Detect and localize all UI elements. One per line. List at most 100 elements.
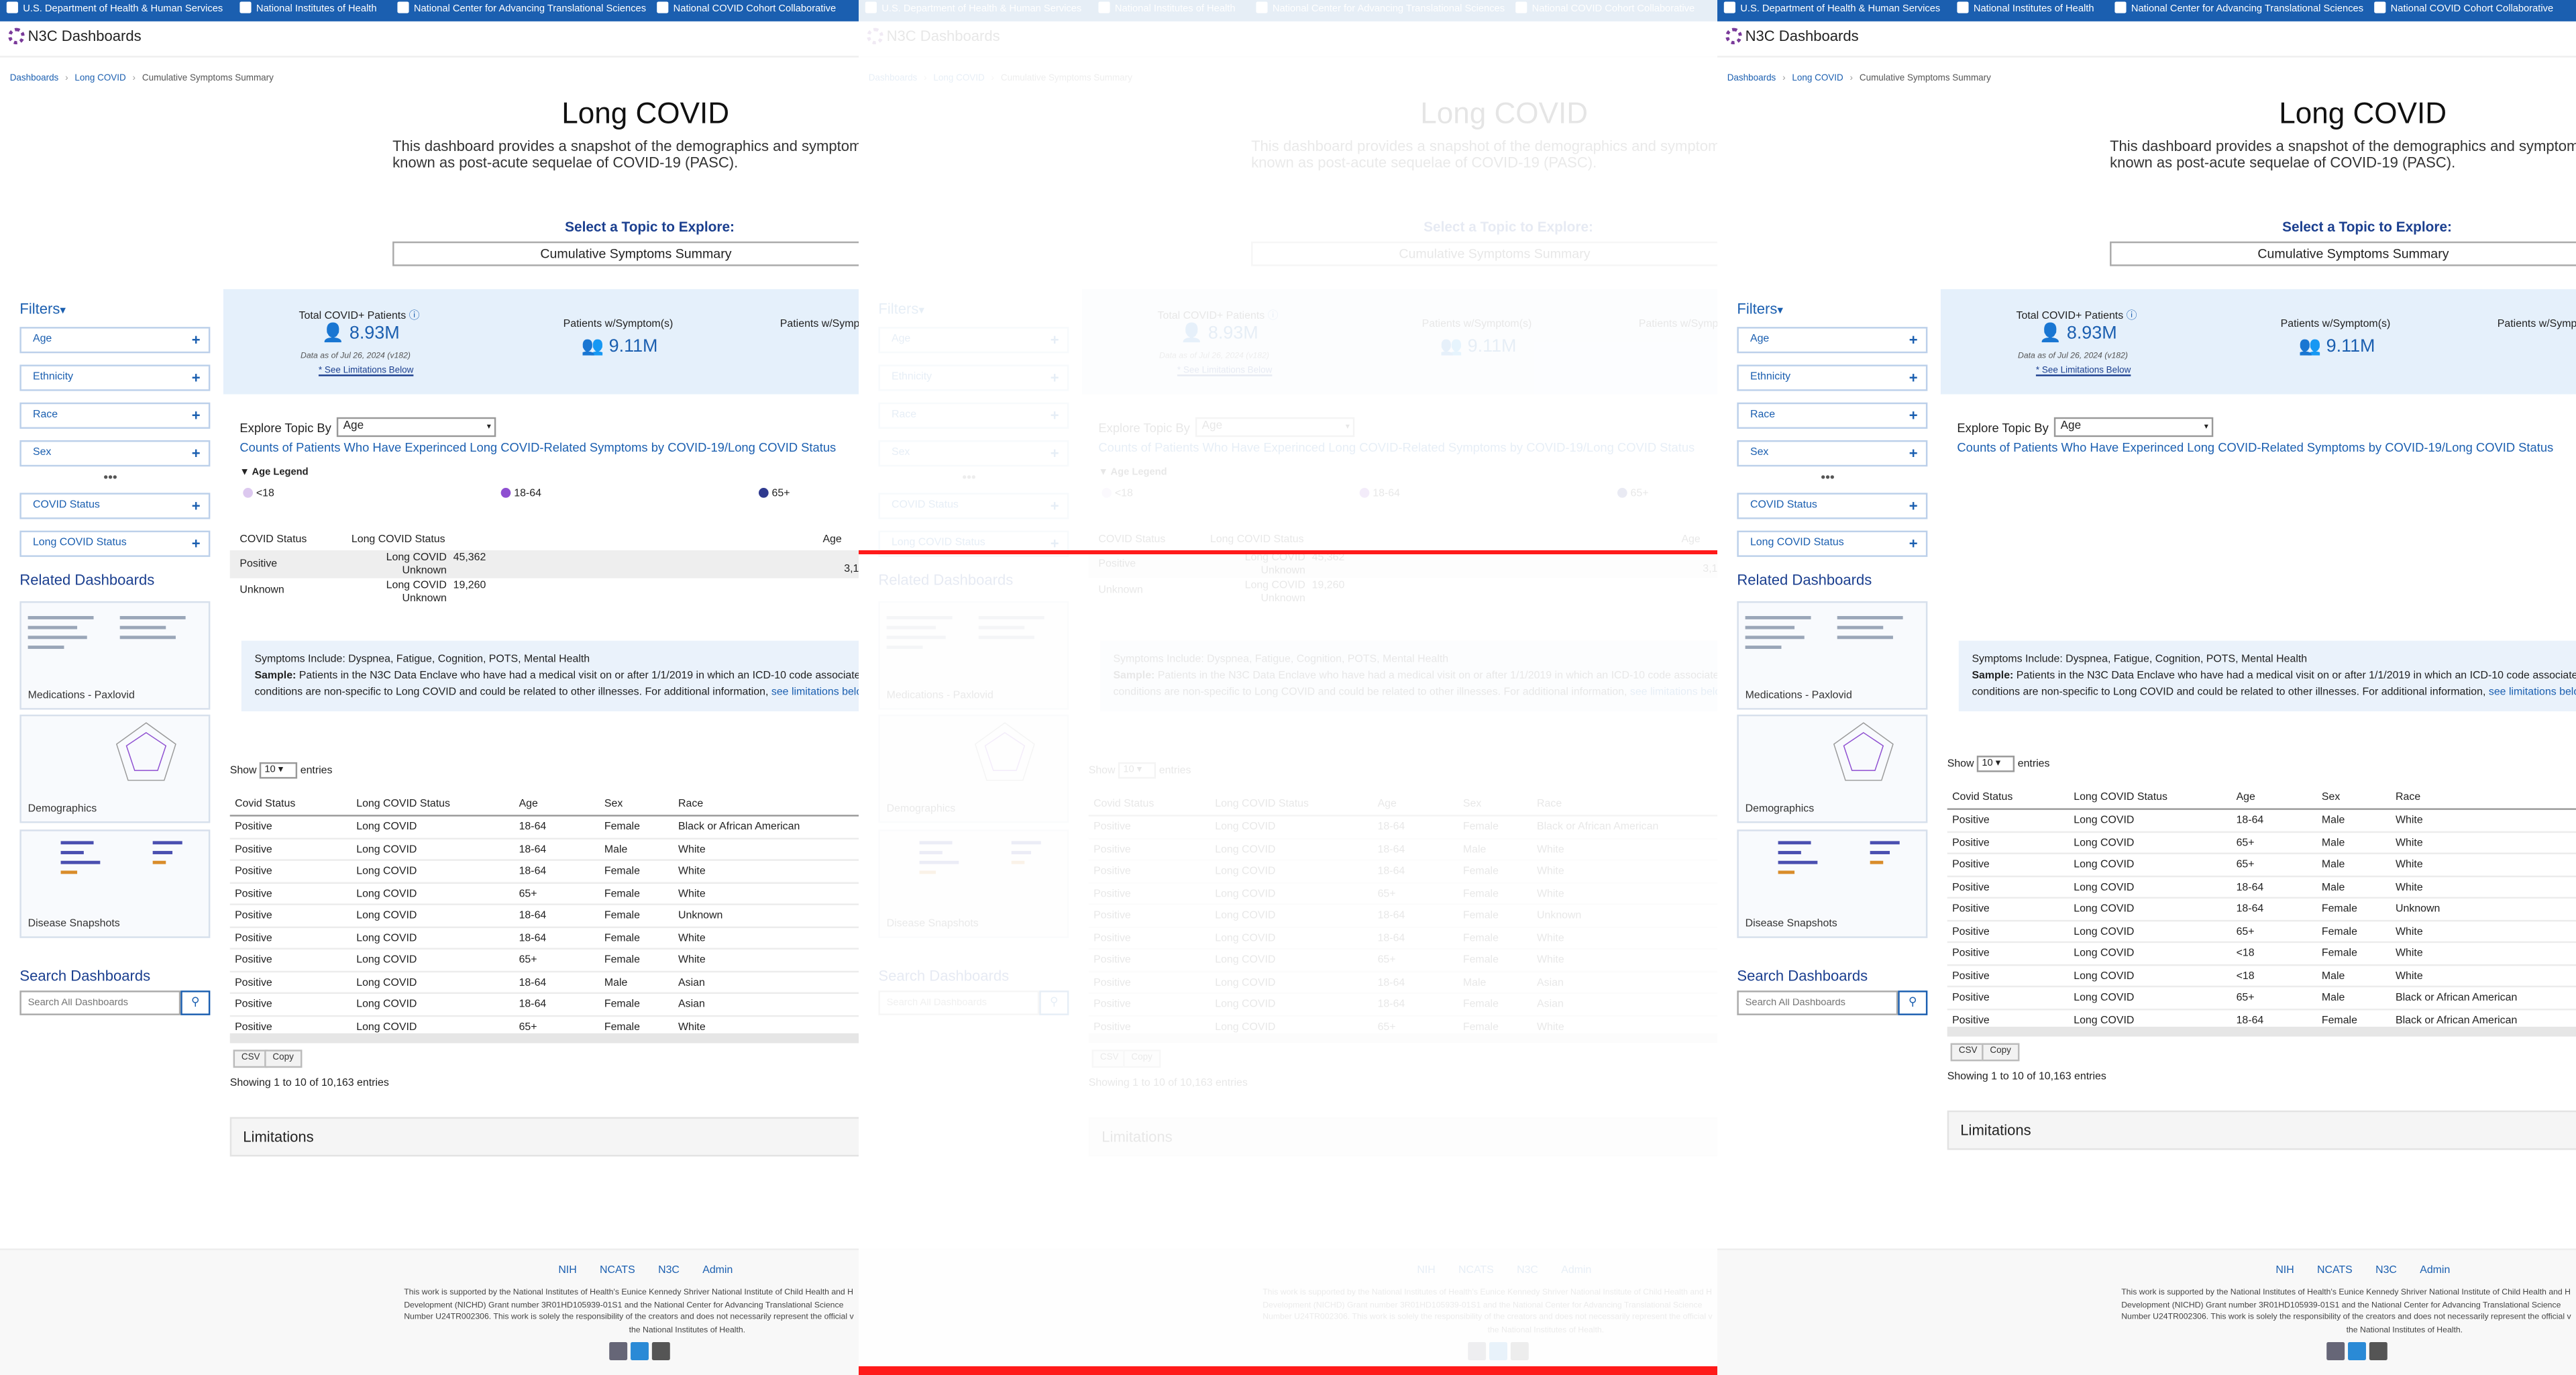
copy-button[interactable]: Copy	[1123, 1050, 1161, 1068]
see-limitations-link[interactable]: see limitations below	[2489, 686, 2576, 698]
twitter-icon[interactable]	[2348, 1342, 2367, 1360]
col-header-covid-status[interactable]: Covid Status	[1952, 787, 2012, 809]
table-row[interactable]: Positive Long COVID 18-64 Female Black or Af…	[229, 817, 859, 839]
col-header-race[interactable]: Race	[2396, 787, 2420, 809]
footer-link-admin[interactable]: Admin	[1561, 1265, 1591, 1276]
filter-race[interactable]: Race +	[19, 402, 211, 429]
github-icon[interactable]	[2370, 1342, 2388, 1360]
table-row[interactable]: Positive Long COVID 65+ Male Black or Africa…	[1947, 987, 2576, 1010]
explore-select[interactable]: Age ▾	[336, 417, 496, 438]
col-header-sex[interactable]: Sex	[2322, 787, 2340, 809]
limitations-link[interactable]: * See Limitations Below	[1177, 366, 1272, 376]
table-horizontal-scrollbar[interactable]	[1947, 1027, 2576, 1037]
table-row[interactable]: Positive Long COVID 65+ Female White	[1088, 883, 1717, 905]
table-row[interactable]: Positive Long COVID 65+ Female White	[1947, 921, 2576, 944]
legend-item-under18[interactable]: <18	[1102, 488, 1133, 499]
related-card-paxlovid[interactable]: Medications - Paxlovid	[878, 601, 1069, 710]
footer-link-admin[interactable]: Admin	[2420, 1265, 2450, 1276]
legend-item-18-64[interactable]: 18-64	[500, 488, 541, 499]
col-header-age[interactable]: Age	[1378, 793, 1397, 815]
filter-ethnicity[interactable]: Ethnicity +	[19, 364, 211, 391]
topbar-item[interactable]: National Center for Advancing Translatio…	[1253, 1, 1507, 19]
more-filters-button[interactable]: •••	[1821, 470, 1835, 485]
related-card-paxlovid[interactable]: Medications - Paxlovid	[19, 601, 211, 710]
filter-ethnicity[interactable]: Ethnicity +	[1737, 364, 1928, 391]
table-row[interactable]: Positive Long COVID 18-64 Female Unknown	[1088, 905, 1717, 927]
search-icon[interactable]: ⚲	[1898, 990, 1928, 1015]
explore-select[interactable]: Age ▾	[2053, 417, 2214, 438]
col-header-age[interactable]: Age	[2237, 787, 2255, 809]
footer-link-ncats[interactable]: NCATS	[2317, 1265, 2353, 1276]
col-header-long-covid-status[interactable]: Long COVID Status	[1215, 793, 1309, 815]
github-icon[interactable]	[1511, 1342, 1529, 1360]
info-icon[interactable]: ⓘ	[409, 311, 420, 322]
topbar-item[interactable]: U.S. Department of Health & Human Servic…	[862, 1, 1092, 19]
topbar-item[interactable]: National COVID Cohort Collaborative	[653, 1, 859, 19]
email-icon[interactable]	[609, 1342, 628, 1360]
topbar-item[interactable]: National COVID Cohort Collaborative	[1512, 1, 1717, 19]
topic-select[interactable]: Cumulative Symptoms Summary	[2110, 241, 2576, 266]
topbar-item[interactable]: National Institutes of Health	[1954, 1, 2108, 19]
legend-item-18-64[interactable]: 18-64	[1359, 488, 1400, 499]
see-limitations-link[interactable]: see limitations below	[1630, 686, 1717, 698]
table-row[interactable]: Positive Long COVID 18-64 Female White	[229, 861, 859, 883]
filter-sex[interactable]: Sex +	[1737, 440, 1928, 467]
csv-button[interactable]: CSV	[1950, 1043, 1986, 1062]
table-row[interactable]: Positive Long COVID 65+ Male White	[1947, 832, 2576, 854]
table-row[interactable]: Positive Long COVID 65+ Female White	[229, 883, 859, 905]
footer-link-nih[interactable]: NIH	[1417, 1265, 1435, 1276]
table-row[interactable]: Positive Long COVID 18-64 Female White	[1088, 861, 1717, 883]
footer-link-n3c[interactable]: N3C	[658, 1265, 680, 1276]
breadcrumb-dashboards[interactable]: Dashboards	[10, 74, 59, 84]
table-row[interactable]: Positive Long COVID 18-64 Female Asian	[1088, 994, 1717, 1017]
info-icon[interactable]: ⓘ	[2127, 311, 2137, 322]
table-row[interactable]: Positive Long COVID <18 Female White	[1947, 943, 2576, 966]
twitter-icon[interactable]	[1489, 1342, 1508, 1360]
related-card-paxlovid[interactable]: Medications - Paxlovid	[1737, 601, 1928, 710]
email-icon[interactable]	[2326, 1342, 2345, 1360]
email-icon[interactable]	[1468, 1342, 1487, 1360]
breadcrumb-long-covid[interactable]: Long COVID	[933, 74, 984, 84]
breadcrumb-dashboards[interactable]: Dashboards	[1727, 74, 1776, 84]
table-row[interactable]: Positive Long COVID 18-64 Male Asian	[229, 972, 859, 995]
csv-button[interactable]: CSV	[1091, 1050, 1127, 1068]
search-input[interactable]	[19, 990, 181, 1015]
footer-link-admin[interactable]: Admin	[702, 1265, 733, 1276]
csv-button[interactable]: CSV	[233, 1050, 268, 1068]
topbar-item[interactable]: National Center for Advancing Translatio…	[394, 1, 649, 19]
more-filters-button[interactable]: •••	[103, 470, 117, 485]
page-length-select[interactable]: 10 ▾	[259, 762, 298, 779]
col-header-race[interactable]: Race	[1537, 793, 1562, 815]
filter-covid-status[interactable]: COVID Status +	[1737, 493, 1928, 519]
table-row[interactable]: Positive Long COVID 65+ Male White	[1947, 854, 2576, 877]
related-card-demographics[interactable]: Demographics	[878, 714, 1069, 823]
table-row[interactable]: Positive Long COVID 18-64 Male White	[229, 839, 859, 861]
brand[interactable]: N3C Dashboards	[1725, 28, 1859, 45]
table-row[interactable]: Positive Long COVID 18-64 Female Asian	[229, 994, 859, 1017]
page-length-select[interactable]: 10 ▾	[1976, 756, 2015, 772]
filter-age[interactable]: Age +	[878, 327, 1069, 354]
topbar-item[interactable]: National Institutes of Health	[237, 1, 391, 19]
limitations-link[interactable]: * See Limitations Below	[319, 366, 413, 376]
limitations-accordion[interactable]: Limitations	[1947, 1110, 2576, 1150]
copy-button[interactable]: Copy	[1982, 1043, 2020, 1062]
legend-item-under18[interactable]: <18	[243, 488, 274, 499]
table-row[interactable]: Positive Long COVID 18-64 Male White	[1947, 810, 2576, 832]
limitations-accordion[interactable]: Limitations	[1088, 1117, 1717, 1157]
table-row[interactable]: Positive Long COVID 18-64 Female White	[1088, 927, 1717, 950]
col-header-covid-status[interactable]: Covid Status	[1093, 793, 1154, 815]
filter-age[interactable]: Age +	[19, 327, 211, 354]
info-icon[interactable]: ⓘ	[1268, 311, 1279, 322]
table-row[interactable]: Positive Long COVID 18-64 Female Black or Af…	[1088, 817, 1717, 839]
related-card-disease-snapshots[interactable]: Disease Snapshots	[1737, 829, 1928, 938]
table-row[interactable]: Positive Long COVID 65+ Female White	[1088, 950, 1717, 972]
copy-button[interactable]: Copy	[264, 1050, 303, 1068]
col-header-sex[interactable]: Sex	[604, 793, 623, 815]
footer-link-nih[interactable]: NIH	[2275, 1265, 2294, 1276]
topbar-item[interactable]: National Institutes of Health	[1095, 1, 1250, 19]
filter-sex[interactable]: Sex +	[19, 440, 211, 467]
search-input[interactable]	[878, 990, 1040, 1015]
see-limitations-link[interactable]: see limitations below	[771, 686, 859, 698]
topic-select[interactable]: Cumulative Symptoms Summary	[392, 241, 859, 266]
footer-link-n3c[interactable]: N3C	[1517, 1265, 1538, 1276]
